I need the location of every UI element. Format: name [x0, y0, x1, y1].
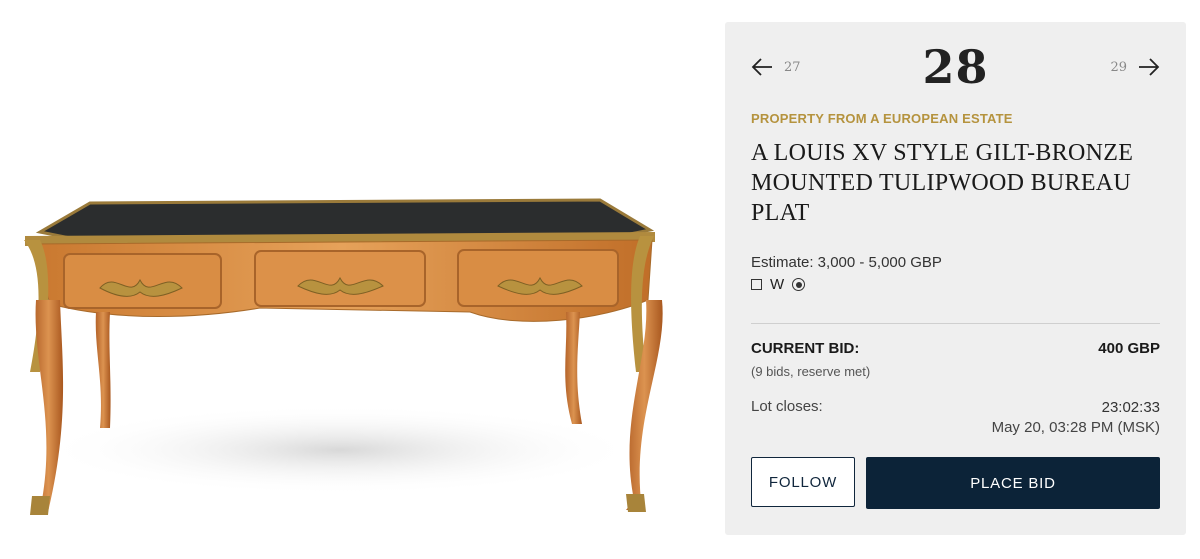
lot-navigation: 27 28 29 [725, 22, 1186, 112]
arrow-right-icon [1139, 58, 1160, 76]
lot-closes-label: Lot closes: [751, 398, 823, 415]
lot-title: A LOUIS XV STYLE GILT-BRONZE MOUNTED TUL… [751, 140, 1134, 226]
lot-image[interactable] [0, 0, 700, 559]
provenance-label: PROPERTY FROM A EUROPEAN ESTATE [751, 111, 1013, 126]
lot-icons-row: W [751, 276, 806, 293]
w-indicator: W [770, 276, 785, 293]
place-bid-button[interactable]: PLACE BID [866, 457, 1160, 509]
checkbox-icon [751, 279, 762, 290]
follow-button[interactable]: FOLLOW [751, 457, 855, 507]
desk-illustration [24, 198, 663, 515]
close-date: May 20, 03:28 PM (MSK) [991, 419, 1160, 436]
estimate-text: Estimate: 3,000 - 5,000 GBP [751, 254, 942, 271]
divider [751, 323, 1160, 324]
bids-info: (9 bids, reserve met) [751, 364, 871, 379]
current-bid-value: 400 GBP [1098, 340, 1160, 357]
lot-details-panel: 27 28 29 PROPERTY FROM A EUROPEAN ESTATE… [725, 22, 1186, 535]
countdown-timer: 23:02:33 [1101, 399, 1160, 416]
radio-icon [792, 278, 806, 291]
next-lot-button[interactable]: 29 [1100, 52, 1161, 82]
current-bid-label: CURRENT BID: [751, 340, 860, 357]
next-lot-number: 29 [1110, 59, 1127, 75]
